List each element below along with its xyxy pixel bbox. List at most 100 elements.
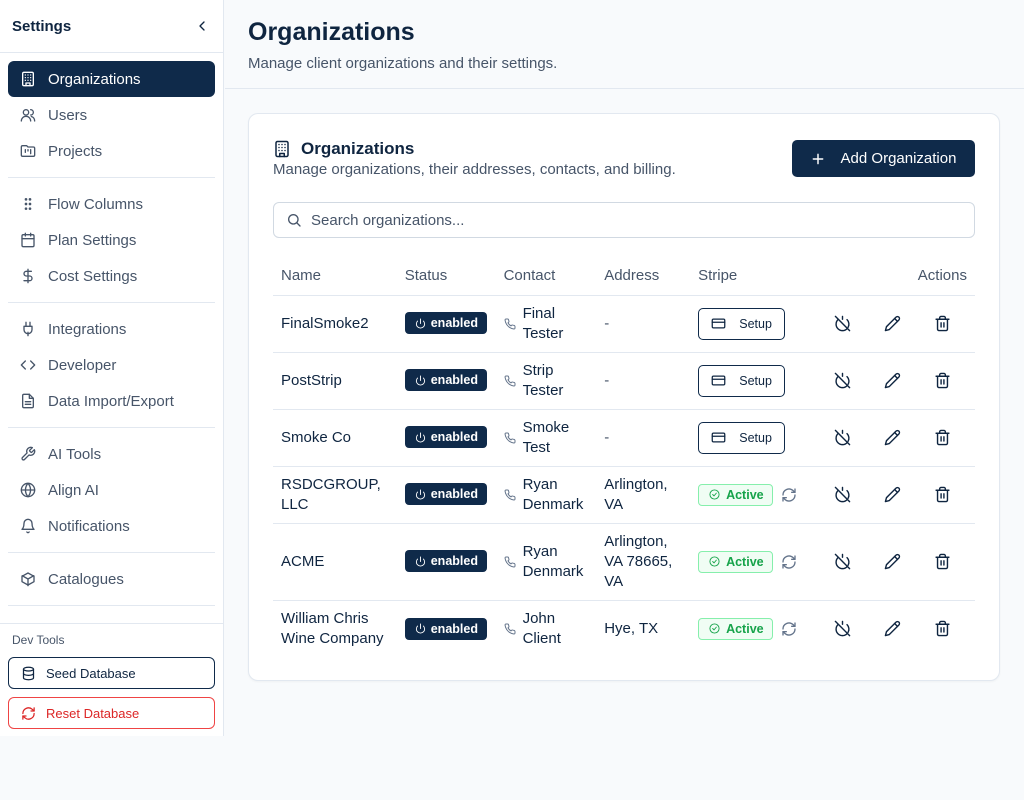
cell-line: VA 78665, xyxy=(604,552,673,570)
sidebar-item-catalogues[interactable]: Catalogues xyxy=(8,561,215,597)
power-icon xyxy=(415,489,425,500)
refresh-icon xyxy=(782,622,796,636)
reset-database-button[interactable]: Reset Database xyxy=(8,697,215,729)
stripe-sync-button[interactable] xyxy=(781,487,797,503)
cell-line: Denmark xyxy=(522,562,584,580)
cell-line: Denmark xyxy=(522,495,584,513)
address-cell: Hye, TX xyxy=(596,600,690,657)
table-row: FinalSmoke2 enabled Final Tester - Setup xyxy=(273,295,975,353)
stripe-cell: Active xyxy=(690,466,809,524)
status-label: enabled xyxy=(430,316,478,331)
collapse-sidebar-button[interactable] xyxy=(193,17,211,35)
power-off-icon xyxy=(834,620,850,637)
edit-button[interactable] xyxy=(867,546,917,578)
cell-line: Strip xyxy=(522,361,554,379)
delete-button[interactable] xyxy=(917,422,967,454)
building-icon xyxy=(22,71,34,87)
edit-button[interactable] xyxy=(867,308,917,340)
stripe-sync-button[interactable] xyxy=(781,554,797,570)
disable-button[interactable] xyxy=(817,479,867,511)
power-off-icon xyxy=(834,553,850,570)
add-organization-button[interactable]: Add Organization xyxy=(792,140,975,177)
dev-tools-section: Dev Tools Seed Database Reset Database xyxy=(0,623,223,737)
contact-cell: Strip Tester xyxy=(495,352,597,410)
org-name-cell: Smoke Co xyxy=(273,409,397,467)
stripe-cell: Active xyxy=(690,523,809,601)
status-cell: enabled xyxy=(396,295,496,353)
delete-button[interactable] xyxy=(917,365,967,397)
column-header-stripe[interactable]: Stripe xyxy=(690,257,809,296)
sidebar-item-data-import-export[interactable]: Data Import/Export xyxy=(8,383,215,419)
page-header: Organizations Manage client organization… xyxy=(225,0,1024,89)
edit-button[interactable] xyxy=(867,479,917,511)
status-badge: enabled xyxy=(404,312,487,335)
stripe-active-label: Active xyxy=(726,554,764,569)
organizations-card: Organizations Manage organizations, thei… xyxy=(248,113,1000,681)
sidebar-item-notifications[interactable]: Notifications xyxy=(8,508,215,544)
status-label: enabled xyxy=(430,554,478,569)
delete-button[interactable] xyxy=(917,479,967,511)
org-name-cell: FinalSmoke2 xyxy=(273,295,397,353)
cell-line: VA xyxy=(604,495,624,513)
stripe-setup-button[interactable]: Setup xyxy=(698,307,786,340)
actions-cell xyxy=(809,523,975,601)
phone-icon xyxy=(504,623,516,635)
disable-button[interactable] xyxy=(817,422,867,454)
settings-sidebar: Settings Organizations Users Projects Flow … xyxy=(0,0,224,736)
sidebar-item-developer[interactable]: Developer xyxy=(8,347,215,383)
sidebar-item-label: Developer xyxy=(48,356,117,374)
delete-button[interactable] xyxy=(917,613,967,645)
page-subtitle: Manage client organizations and their se… xyxy=(248,55,558,72)
stripe-setup-label: Setup xyxy=(739,430,772,445)
sidebar-item-flow-columns[interactable]: Flow Columns xyxy=(8,186,215,222)
sidebar-item-plan-settings[interactable]: Plan Settings xyxy=(8,222,215,258)
sidebar-item-ai-tools[interactable]: AI Tools xyxy=(8,436,215,472)
sidebar-item-align-ai[interactable]: Align AI xyxy=(8,472,215,508)
power-off-icon xyxy=(834,429,850,446)
edit-button[interactable] xyxy=(867,613,917,645)
edit-button[interactable] xyxy=(867,422,917,454)
disable-button[interactable] xyxy=(817,308,867,340)
sidebar-item-organizations[interactable]: Organizations xyxy=(8,61,215,97)
disable-button[interactable] xyxy=(817,613,867,645)
sidebar-item-label: Data Import/Export xyxy=(48,392,174,410)
table-row: PostStrip enabled Strip Tester - Setup xyxy=(273,352,975,410)
trash-icon xyxy=(934,429,950,446)
cell-line: Smoke Co xyxy=(281,428,352,446)
stripe-setup-button[interactable]: Setup xyxy=(698,364,786,397)
sidebar-group: Flow Columns Plan Settings Cost Settings xyxy=(8,186,215,303)
page-title: Organizations xyxy=(248,18,415,46)
column-header-actions: Actions xyxy=(809,257,975,296)
column-header-address[interactable]: Address xyxy=(596,257,691,296)
phone-icon xyxy=(504,317,516,329)
sidebar-title: Settings xyxy=(12,17,72,35)
stripe-sync-button[interactable] xyxy=(781,621,797,637)
org-name-cell: ACME xyxy=(273,523,397,601)
address-cell: Arlington, VA xyxy=(596,466,691,524)
edit-button[interactable] xyxy=(867,365,917,397)
stripe-setup-button[interactable]: Setup xyxy=(698,421,786,454)
stripe-cell: Setup xyxy=(690,352,809,410)
delete-button[interactable] xyxy=(917,308,967,340)
stripe-active-badge: Active xyxy=(698,617,774,640)
status-cell: enabled xyxy=(397,600,496,657)
seed-database-button[interactable]: Seed Database xyxy=(8,657,215,689)
disable-button[interactable] xyxy=(817,365,867,397)
sidebar-item-projects[interactable]: Projects xyxy=(8,133,215,169)
status-cell: enabled xyxy=(396,466,496,524)
actions-cell xyxy=(809,352,975,410)
column-header-status[interactable]: Status xyxy=(396,257,496,296)
sidebar-item-label: Integrations xyxy=(48,320,127,338)
power-off-icon xyxy=(834,372,850,389)
sidebar-group: Integrations Developer Data Import/Export xyxy=(8,311,215,428)
column-header-contact[interactable]: Contact xyxy=(495,257,597,296)
search-input[interactable] xyxy=(311,211,962,229)
sidebar-item-users[interactable]: Users xyxy=(8,97,215,133)
stripe-active-badge: Active xyxy=(698,550,774,573)
search-box[interactable] xyxy=(273,202,975,238)
column-header-name[interactable]: Name xyxy=(273,257,397,296)
sidebar-item-cost-settings[interactable]: Cost Settings xyxy=(8,258,215,294)
disable-button[interactable] xyxy=(817,546,867,578)
delete-button[interactable] xyxy=(917,546,967,578)
sidebar-item-integrations[interactable]: Integrations xyxy=(8,311,215,347)
